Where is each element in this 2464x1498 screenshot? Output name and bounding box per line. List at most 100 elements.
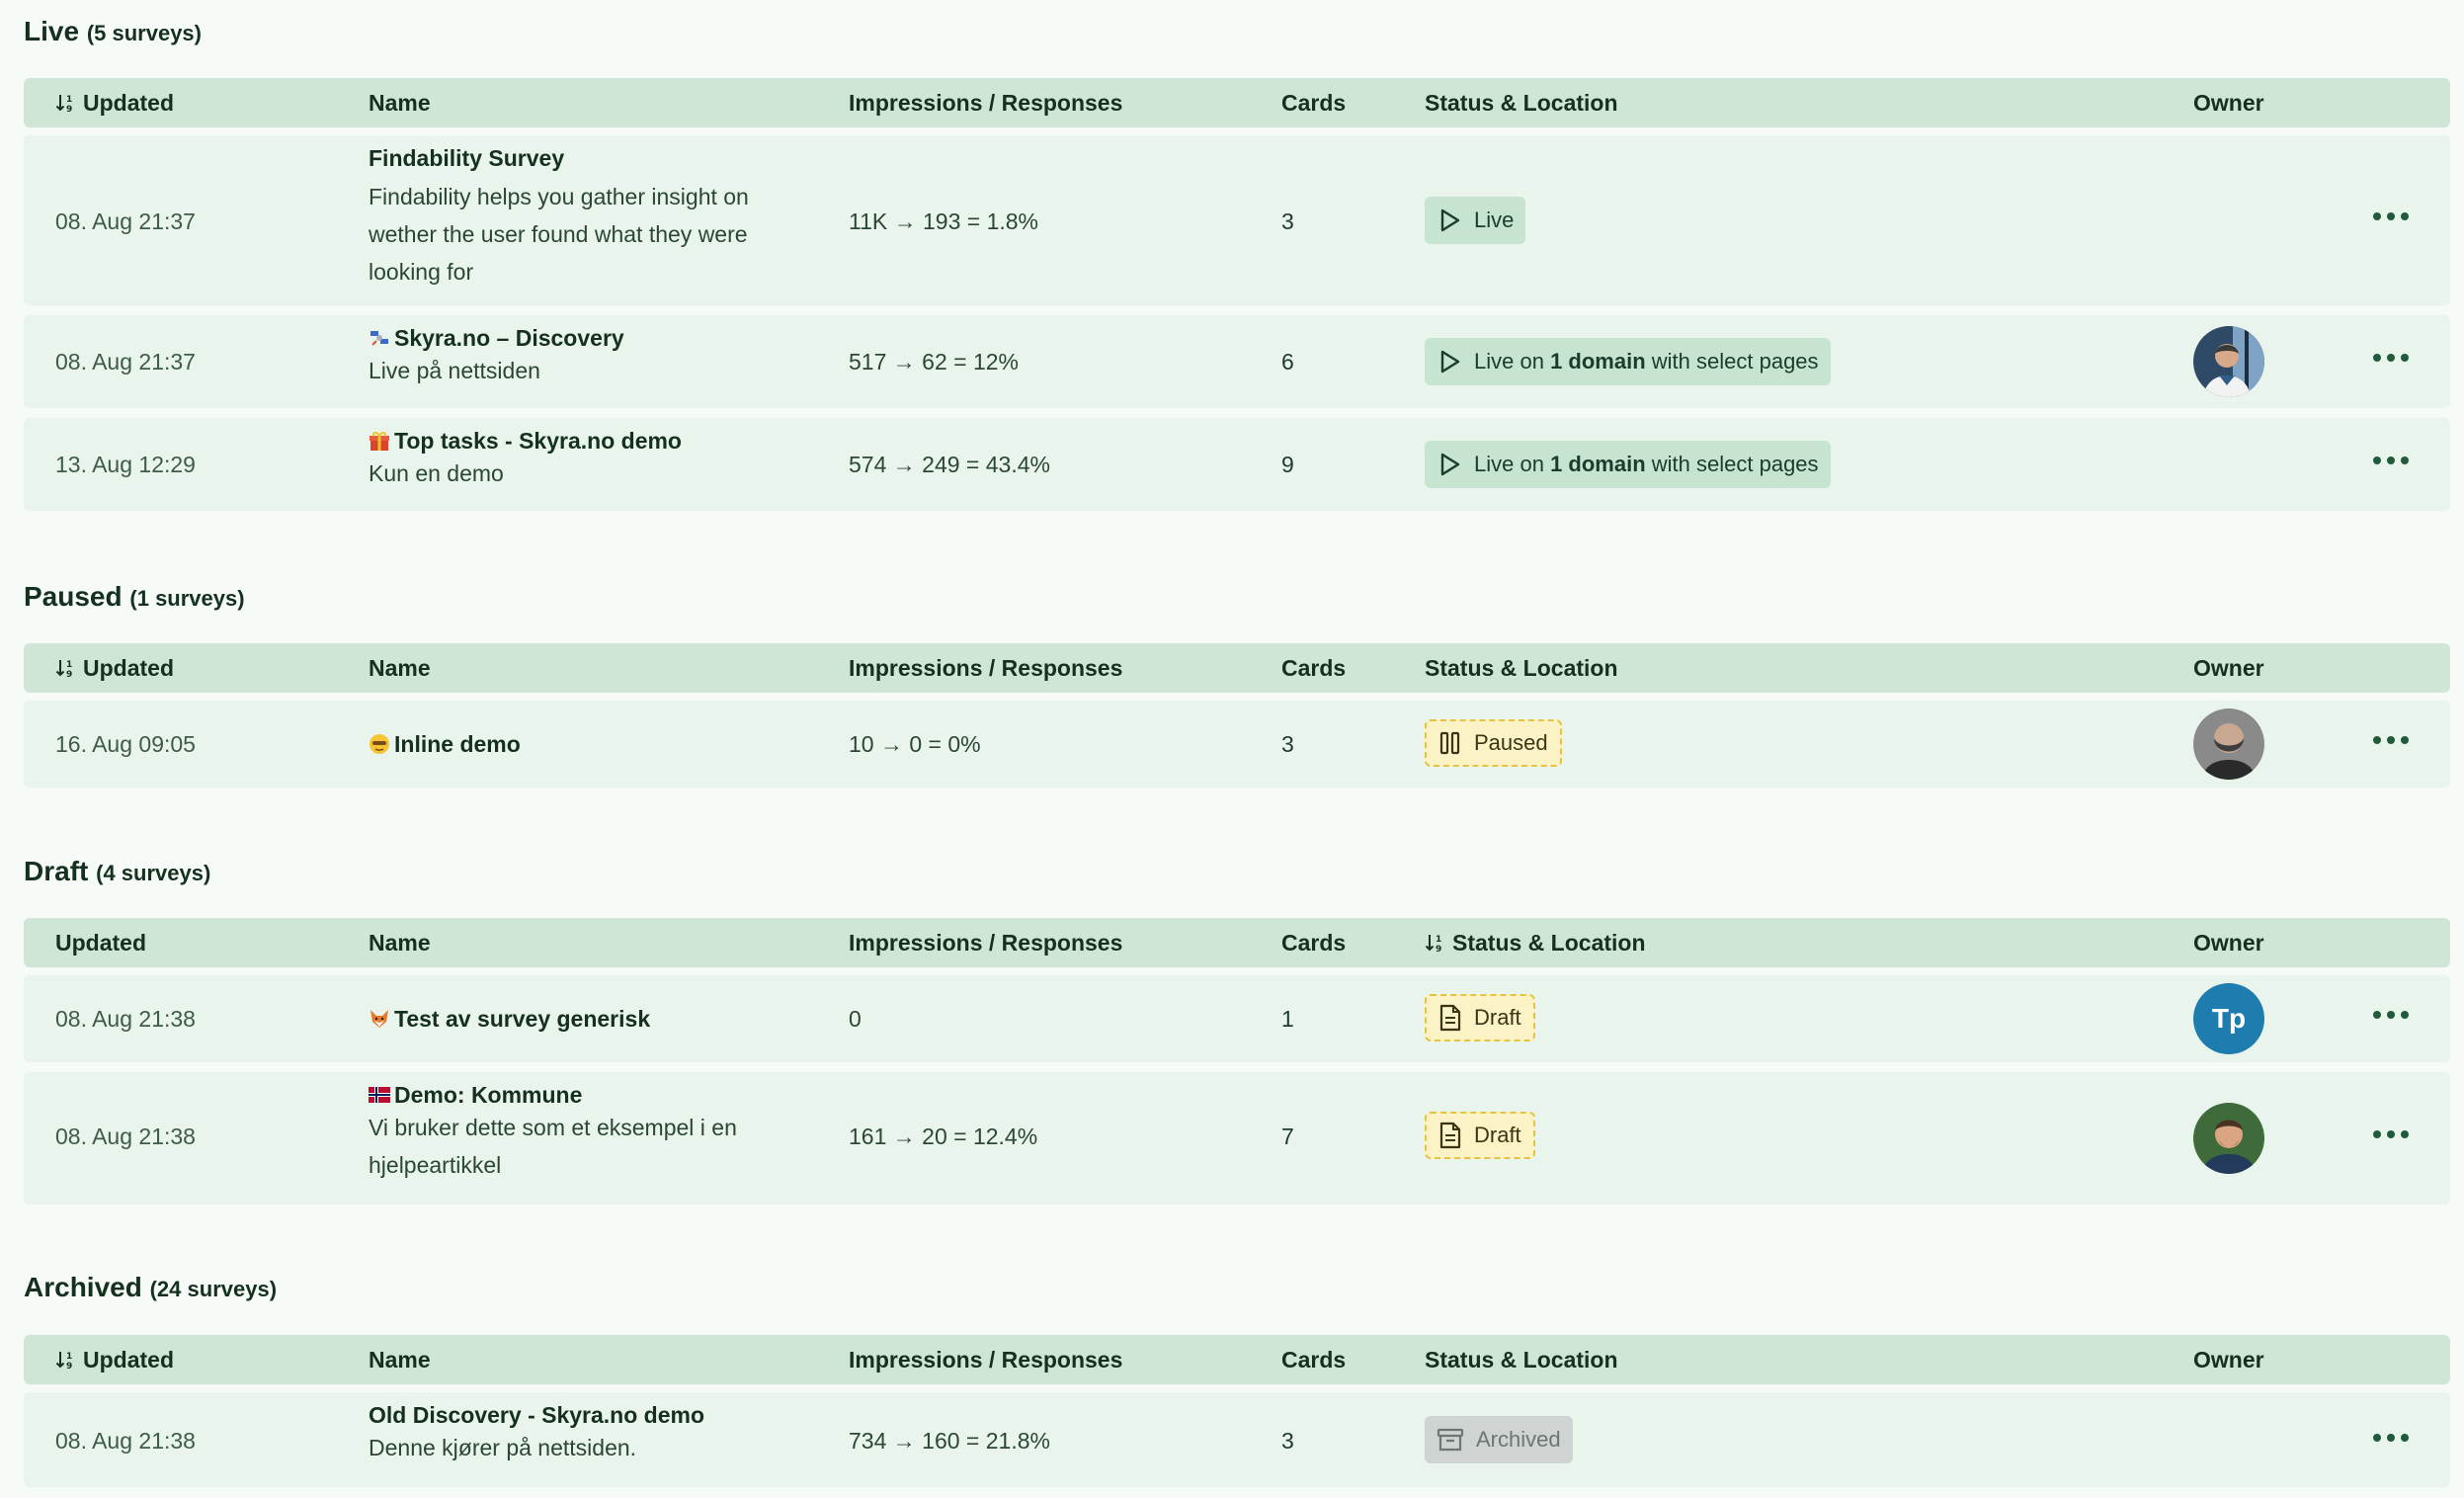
status-cell: Live xyxy=(1425,197,1526,244)
avatar[interactable] xyxy=(2193,326,2264,397)
column-name[interactable]: Name xyxy=(369,643,431,693)
cards-count: 9 xyxy=(1281,452,1294,477)
table-row[interactable]: 08. Aug 21:38 Demo: Kommune Vi bruker de… xyxy=(24,1072,2450,1205)
more-menu-button[interactable] xyxy=(2367,730,2415,750)
more-menu-button[interactable] xyxy=(2367,1005,2415,1025)
column-updated[interactable]: 1 9 Updated xyxy=(55,1335,174,1384)
survey-name-cell: Test av survey generisk xyxy=(369,1006,823,1033)
column-status[interactable]: 1 9 Status & Location xyxy=(1425,918,1646,967)
status-cell: Draft xyxy=(1425,994,1535,1041)
svg-text:1: 1 xyxy=(1436,935,1441,945)
table-header: 1 9 Updated Name Impressions / Responses C… xyxy=(24,1335,2450,1384)
column-updated[interactable]: 1 9 Updated xyxy=(55,78,174,127)
column-impressions[interactable]: Impressions / Responses xyxy=(849,1335,1122,1384)
impressions-responses: 517 → 62 = 12% xyxy=(849,349,1019,374)
column-impressions[interactable]: Impressions / Responses xyxy=(849,918,1122,967)
column-cards[interactable]: Cards xyxy=(1281,643,1346,693)
column-status[interactable]: Status & Location xyxy=(1425,78,1618,127)
avatar-photo xyxy=(2193,1103,2264,1174)
gift-emoji-icon xyxy=(370,432,389,451)
column-updated[interactable]: 1 9 Updated xyxy=(55,643,174,693)
sort-descending-icon: 19 xyxy=(1425,935,1441,954)
survey-name-cell: Inline demo xyxy=(369,731,823,758)
survey-description: Vi bruker dette som et eksempel i en hje… xyxy=(369,1115,737,1178)
svg-text:9: 9 xyxy=(1436,945,1441,954)
column-impressions[interactable]: Impressions / Responses xyxy=(849,78,1122,127)
column-cards[interactable]: Cards xyxy=(1281,918,1346,967)
survey-description: Denne kjører på nettsiden. xyxy=(369,1435,637,1460)
play-icon xyxy=(1440,453,1460,476)
column-status[interactable]: Status & Location xyxy=(1425,643,1618,693)
section-title: Archived (24 surveys) xyxy=(24,1272,278,1302)
column-name[interactable]: Name xyxy=(369,918,431,967)
status-cell: Draft xyxy=(1425,1112,1535,1159)
status-badge: Paused xyxy=(1425,719,1562,767)
updated-date: 08. Aug 21:38 xyxy=(55,1006,196,1032)
survey-description: Findability helps you gather insight on … xyxy=(369,184,749,285)
document-icon xyxy=(1439,1004,1461,1032)
updated-date: 08. Aug 21:37 xyxy=(55,208,196,234)
table-row[interactable]: 08. Aug 21:37 Findability Survey Findabi… xyxy=(24,135,2450,305)
impressions-responses: 10 → 0 = 0% xyxy=(849,731,981,757)
status-cell: Paused xyxy=(1425,719,1562,767)
column-name[interactable]: Name xyxy=(369,78,431,127)
survey-name[interactable]: Test av survey generisk xyxy=(369,1006,823,1033)
owner-avatar-cell xyxy=(2193,1103,2264,1174)
column-name[interactable]: Name xyxy=(369,1335,431,1384)
fox-emoji-icon xyxy=(370,1010,388,1028)
survey-name-cell: Demo: Kommune Vi bruker dette som et eks… xyxy=(369,1082,823,1184)
svg-text:9: 9 xyxy=(66,1362,72,1371)
avatar[interactable] xyxy=(2193,708,2264,780)
more-dots-icon xyxy=(2367,1428,2415,1448)
satellite-emoji-icon xyxy=(370,331,388,346)
more-menu-button[interactable] xyxy=(2367,1428,2415,1448)
table-row[interactable]: 08. Aug 21:38 Test av survey generisk 0 … xyxy=(24,975,2450,1062)
svg-text:1: 1 xyxy=(66,660,72,670)
column-status[interactable]: Status & Location xyxy=(1425,1335,1618,1384)
avatar[interactable]: Tp xyxy=(2193,983,2264,1054)
survey-name[interactable]: Skyra.no – Discovery xyxy=(369,325,823,352)
survey-count: (5 surveys) xyxy=(86,21,202,45)
archive-box-icon xyxy=(1437,1428,1464,1452)
section-title: Live (5 surveys) xyxy=(24,16,202,46)
more-menu-button[interactable] xyxy=(2367,207,2415,226)
more-dots-icon xyxy=(2367,451,2415,470)
table-row[interactable]: 13. Aug 12:29 Top tasks - Skyra.no demo … xyxy=(24,418,2450,511)
column-owner[interactable]: Owner xyxy=(2193,918,2264,967)
more-menu-button[interactable] xyxy=(2367,451,2415,470)
svg-text:1: 1 xyxy=(66,95,72,105)
owner-avatar-cell: Tp xyxy=(2193,983,2264,1054)
column-updated[interactable]: Updated xyxy=(55,918,146,967)
section-title: Paused (1 surveys) xyxy=(24,581,245,612)
table-row[interactable]: 08. Aug 21:38 Old Discovery - Skyra.no d… xyxy=(24,1392,2450,1487)
status-badge: Live on 1 domain with select pages xyxy=(1425,441,1831,488)
column-owner[interactable]: Owner xyxy=(2193,643,2264,693)
avatar[interactable] xyxy=(2193,1103,2264,1174)
survey-name[interactable]: Inline demo xyxy=(369,731,823,758)
table-row[interactable]: 16. Aug 09:05 Inline demo 10 → 0 = 0% 3 … xyxy=(24,701,2450,788)
impressions-responses: 161 → 20 = 12.4% xyxy=(849,1124,1038,1149)
cards-count: 6 xyxy=(1281,349,1294,374)
cards-count: 3 xyxy=(1281,1428,1294,1454)
more-menu-button[interactable] xyxy=(2367,348,2415,368)
status-badge: Live xyxy=(1425,197,1526,244)
survey-name[interactable]: Demo: Kommune xyxy=(369,1082,823,1109)
survey-name[interactable]: Findability Survey xyxy=(369,145,823,172)
surveys-page: Live (5 surveys) 1 9 Updated Name Impressi… xyxy=(0,0,2464,1498)
status-badge: Archived xyxy=(1425,1416,1573,1463)
avatar-photo xyxy=(2193,708,2264,780)
survey-count: (4 surveys) xyxy=(96,861,211,885)
column-owner[interactable]: Owner xyxy=(2193,78,2264,127)
survey-name[interactable]: Old Discovery - Skyra.no demo xyxy=(369,1402,823,1429)
column-cards[interactable]: Cards xyxy=(1281,78,1346,127)
survey-name[interactable]: Top tasks - Skyra.no demo xyxy=(369,428,823,455)
status-badge: Draft xyxy=(1425,994,1535,1041)
cards-count: 3 xyxy=(1281,208,1294,234)
survey-name-cell: Top tasks - Skyra.no demo Kun en demo xyxy=(369,428,823,492)
table-row[interactable]: 08. Aug 21:37 Skyra.no – Discovery Live … xyxy=(24,315,2450,408)
column-impressions[interactable]: Impressions / Responses xyxy=(849,643,1122,693)
column-owner[interactable]: Owner xyxy=(2193,1335,2264,1384)
more-menu-button[interactable] xyxy=(2367,1124,2415,1144)
column-cards[interactable]: Cards xyxy=(1281,1335,1346,1384)
survey-description: Kun en demo xyxy=(369,460,504,486)
